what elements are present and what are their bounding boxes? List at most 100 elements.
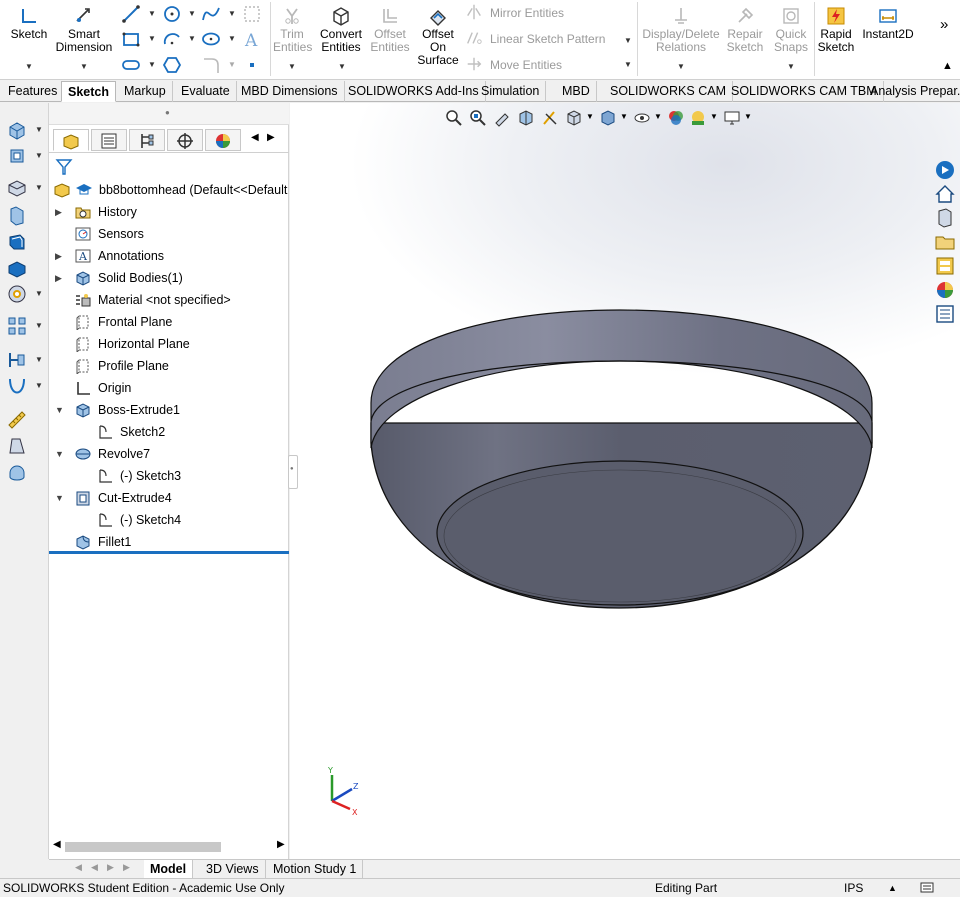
linear-sketch-pattern-button[interactable]: Linear Sketch Pattern xyxy=(490,32,605,46)
tab-evaluate[interactable]: Evaluate xyxy=(175,81,237,102)
panel-splitter-handle[interactable]: ● xyxy=(288,455,298,489)
offset-on-surface-button[interactable]: Offset On Surface xyxy=(416,6,460,67)
spline-dropdown-caret[interactable]: ▼ xyxy=(228,9,236,18)
circle-icon[interactable] xyxy=(162,4,182,24)
convert-dropdown-caret[interactable]: ▼ xyxy=(338,62,346,71)
tab-dimxpertmanager[interactable] xyxy=(167,129,203,151)
hole-wizard-dropdown-caret[interactable]: ▼ xyxy=(35,289,43,298)
view-palette-icon[interactable] xyxy=(934,255,956,277)
collapse-ribbon-icon[interactable]: ▲ xyxy=(942,60,953,72)
line-dropdown-caret[interactable]: ▼ xyxy=(148,9,156,18)
sketch-fillet-dropdown-caret[interactable]: ▼ xyxy=(228,60,236,69)
part-model[interactable] xyxy=(290,103,960,859)
extruded-boss-dropdown-caret[interactable]: ▼ xyxy=(35,125,43,134)
rectangle-dropdown-caret[interactable]: ▼ xyxy=(148,34,156,43)
swept-boss-dropdown-caret[interactable]: ▼ xyxy=(35,183,43,192)
unit-system-caret[interactable]: ▲ xyxy=(888,879,897,897)
arc-icon[interactable] xyxy=(162,29,182,49)
scroll-left-arrow-icon[interactable]: ◀ xyxy=(53,839,61,850)
tab-mbd-dimensions[interactable]: MBD Dimensions xyxy=(235,81,345,102)
tab-propertymanager[interactable] xyxy=(91,129,127,151)
last-tab-icon[interactable]: ▶ xyxy=(123,862,130,873)
custom-properties-icon[interactable] xyxy=(934,303,956,325)
sketch-dropdown-caret[interactable]: ▼ xyxy=(25,62,33,71)
tab-3d-views[interactable]: 3D Views xyxy=(200,860,266,879)
smart-dimension-dropdown-caret[interactable]: ▼ xyxy=(80,62,88,71)
appearances-icon[interactable] xyxy=(934,279,956,301)
expand-arrow-icon[interactable]: ▶ xyxy=(55,246,62,266)
trim-dropdown-caret[interactable]: ▼ xyxy=(288,62,296,71)
rectangle-icon[interactable] xyxy=(121,29,141,49)
spline-icon[interactable] xyxy=(201,4,221,24)
filter-icon[interactable] xyxy=(55,158,73,176)
sketch-button[interactable]: Sketch xyxy=(8,6,50,41)
display-delete-dropdown-caret[interactable]: ▼ xyxy=(677,62,685,71)
repair-sketch-button[interactable]: Repair Sketch xyxy=(724,6,766,54)
first-tab-icon[interactable]: ◀ xyxy=(75,862,82,873)
scrollbar-thumb[interactable] xyxy=(65,842,221,852)
hole-wizard-icon[interactable] xyxy=(6,283,28,305)
linear-pattern-dropdown-caret[interactable]: ▼ xyxy=(624,36,632,45)
instant2d-button[interactable]: Instant2D xyxy=(860,6,916,41)
revolved-boss-dropdown-caret[interactable]: ▼ xyxy=(35,151,43,160)
linear-pattern-feature-dropdown-caret[interactable]: ▼ xyxy=(35,321,43,330)
file-explorer-icon[interactable] xyxy=(934,231,956,253)
rebuild-status-icon[interactable] xyxy=(920,881,936,895)
panel-grip-icon[interactable]: ● xyxy=(165,108,170,117)
tab-mbd[interactable]: MBD xyxy=(556,81,597,102)
expand-arrow-icon[interactable]: ▶ xyxy=(55,268,62,288)
tab-features[interactable]: Features xyxy=(2,81,65,102)
solidworks-resources-icon[interactable] xyxy=(934,159,956,181)
ellipse-icon[interactable] xyxy=(201,29,221,49)
tab-simulation[interactable]: Simulation xyxy=(475,81,547,102)
home-icon[interactable] xyxy=(934,183,956,205)
text-icon[interactable]: A xyxy=(242,29,262,49)
offset-entities-button[interactable]: Offset Entities xyxy=(368,6,412,54)
line-icon[interactable] xyxy=(121,4,141,24)
slot-icon[interactable] xyxy=(121,55,141,75)
tab-solidworks-add-ins[interactable]: SOLIDWORKS Add-Ins xyxy=(342,81,486,102)
scroll-left-icon[interactable]: ◀ xyxy=(251,132,259,143)
horizontal-scrollbar[interactable]: ◀ ▶ xyxy=(51,839,287,855)
quick-snaps-button[interactable]: Quick Snaps xyxy=(770,6,812,54)
boundary-boss-icon[interactable] xyxy=(6,231,28,253)
slot-dropdown-caret[interactable]: ▼ xyxy=(148,60,156,69)
tab-analysis-preparation[interactable]: Analysis Prepar... xyxy=(864,81,960,102)
tab-solidworks-cam-tbm[interactable]: SOLIDWORKS CAM TBM xyxy=(725,81,884,102)
display-delete-relations-button[interactable]: Display/Delete Relations xyxy=(641,6,721,54)
tab-featuremanager[interactable] xyxy=(53,129,89,151)
reference-geometry-icon[interactable] xyxy=(6,349,28,371)
convert-entities-button[interactable]: Convert Entities xyxy=(316,6,366,54)
curves-dropdown-caret[interactable]: ▼ xyxy=(35,381,43,390)
graphics-area[interactable]: ▼ ▼ ▼ ▼ ▼ Y Z X xyxy=(290,103,960,859)
mirror-entities-button[interactable]: Mirror Entities xyxy=(490,6,564,20)
next-tab-icon[interactable]: ▶ xyxy=(107,862,114,873)
tab-sketch[interactable]: Sketch xyxy=(61,81,116,102)
arc-dropdown-caret[interactable]: ▼ xyxy=(188,34,196,43)
curves-icon[interactable] xyxy=(6,375,28,397)
scroll-right-icon[interactable]: ▶ xyxy=(267,132,275,143)
construction-geometry-icon[interactable] xyxy=(242,4,262,24)
section-view-icon[interactable] xyxy=(6,461,28,483)
collapse-arrow-icon[interactable]: ▼ xyxy=(55,400,64,420)
measure-icon[interactable] xyxy=(6,409,28,431)
tab-markup[interactable]: Markup xyxy=(118,81,173,102)
quick-snaps-dropdown-caret[interactable]: ▼ xyxy=(787,62,795,71)
tab-model[interactable]: Model xyxy=(144,860,194,879)
point-icon[interactable] xyxy=(242,55,262,75)
reference-geometry-dropdown-caret[interactable]: ▼ xyxy=(35,355,43,364)
smart-dimension-button[interactable]: Smart Dimension xyxy=(54,6,114,54)
rapid-sketch-button[interactable]: Rapid Sketch xyxy=(816,6,856,54)
circle-dropdown-caret[interactable]: ▼ xyxy=(188,9,196,18)
prev-tab-icon[interactable]: ◀ xyxy=(91,862,98,873)
trim-entities-button[interactable]: Trim Entities xyxy=(273,6,312,54)
linear-pattern-feature-icon[interactable] xyxy=(6,315,28,337)
ellipse-dropdown-caret[interactable]: ▼ xyxy=(228,34,236,43)
extruded-boss-icon[interactable] xyxy=(6,119,28,141)
tab-configurationmanager[interactable] xyxy=(129,129,165,151)
tab-motion-study-1[interactable]: Motion Study 1 xyxy=(267,860,364,879)
collapse-arrow-icon[interactable]: ▼ xyxy=(55,444,64,464)
lofted-boss-icon[interactable] xyxy=(6,205,28,227)
swept-boss-icon[interactable] xyxy=(6,177,28,199)
collapse-arrow-icon[interactable]: ▼ xyxy=(55,488,64,508)
